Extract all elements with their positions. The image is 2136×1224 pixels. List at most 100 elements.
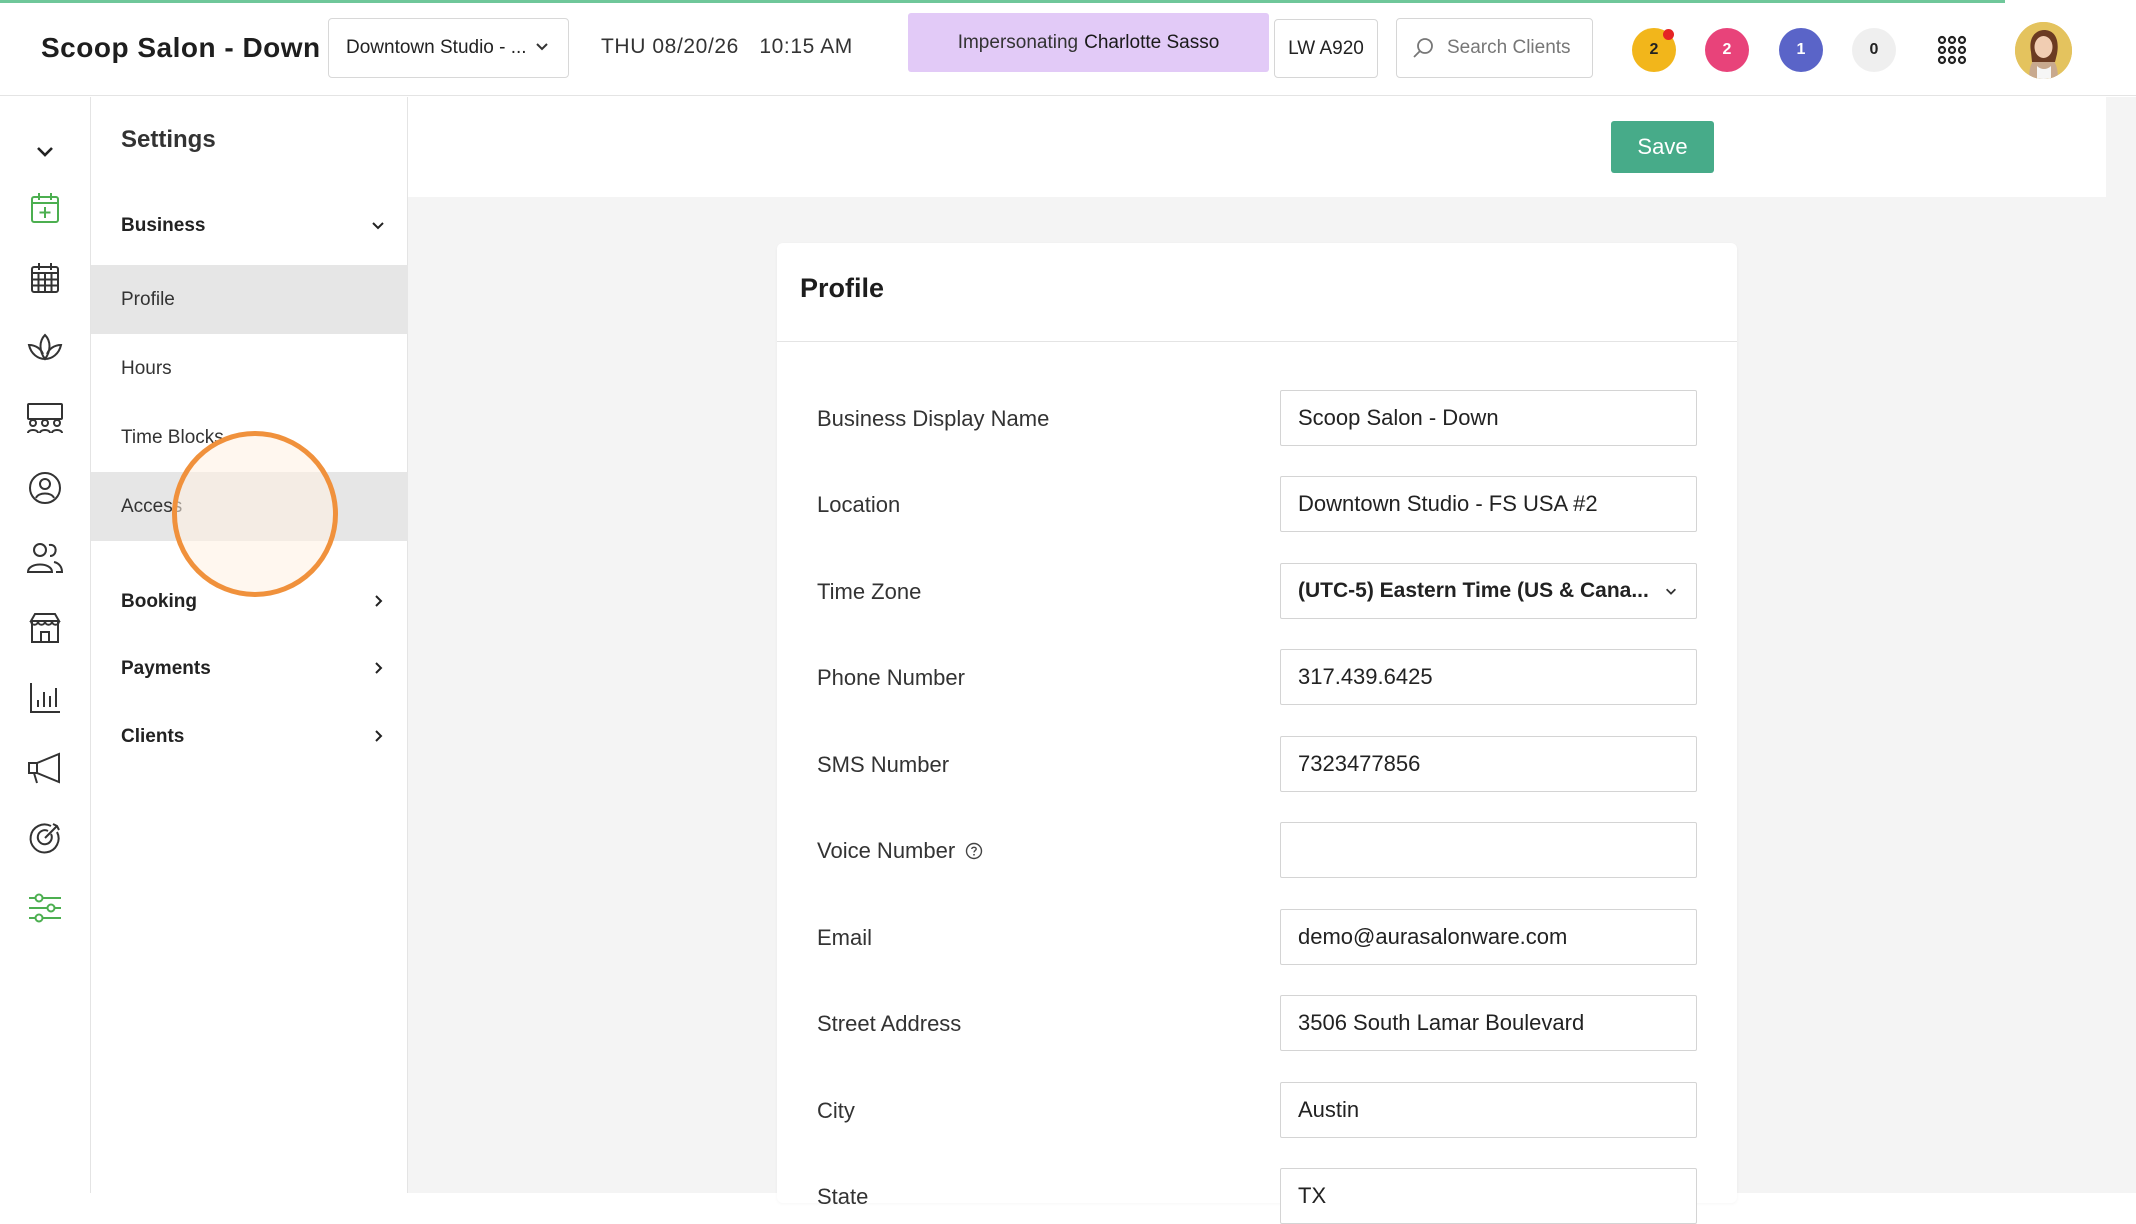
- rail-services[interactable]: [23, 326, 67, 370]
- nav-group-payments[interactable]: Payments: [121, 658, 386, 680]
- staff-group-icon: [27, 403, 63, 434]
- phone-number-input[interactable]: [1280, 649, 1697, 705]
- nav-group-label: Payments: [121, 658, 211, 679]
- help-icon[interactable]: [965, 842, 983, 860]
- search-clients-input[interactable]: Search Clients: [1396, 18, 1593, 78]
- users-icon: [26, 543, 64, 573]
- field-street-address: Street Address: [777, 995, 1737, 1051]
- nav-item-label: Profile: [121, 288, 175, 310]
- save-button[interactable]: Save: [1611, 121, 1714, 173]
- field-state: State: [777, 1168, 1737, 1224]
- settings-nav: Settings Business Profile Hours Time Blo…: [91, 97, 408, 1193]
- current-date: THU 08/20/26: [601, 35, 739, 58]
- city-input[interactable]: [1280, 1082, 1697, 1138]
- rail-calendar[interactable]: [23, 256, 67, 300]
- counter-value: 2: [1722, 41, 1732, 58]
- search-icon: [1413, 38, 1433, 58]
- rail-profile[interactable]: [23, 466, 67, 510]
- notification-counter-yellow[interactable]: 2: [1632, 28, 1676, 72]
- rail-store[interactable]: [23, 606, 67, 650]
- icon-rail: [0, 97, 91, 1193]
- voice-number-label: Voice Number: [817, 838, 956, 863]
- nav-item-label: Hours: [121, 357, 172, 379]
- field-location: Location: [777, 476, 1737, 532]
- counter-value: 0: [1869, 41, 1879, 58]
- field-label: Time Zone: [817, 579, 922, 604]
- chevron-right-icon: [375, 662, 383, 674]
- counter-value: 2: [1649, 41, 1659, 58]
- time-zone-select[interactable]: (UTC-5) Eastern Time (US & Cana...: [1280, 563, 1697, 619]
- sms-number-input[interactable]: [1280, 736, 1697, 792]
- field-label: Street Address: [817, 1011, 962, 1036]
- megaphone-icon: [28, 752, 60, 784]
- field-time-zone: Time Zone (UTC-5) Eastern Time (US & Can…: [777, 563, 1737, 619]
- current-time: 10:15 AM: [759, 35, 853, 58]
- nav-item-profile[interactable]: Profile: [91, 265, 408, 334]
- divider: [777, 341, 1737, 342]
- field-city: City: [777, 1082, 1737, 1138]
- card-title: Profile: [800, 273, 885, 303]
- rail-goals[interactable]: [23, 816, 67, 860]
- nav-item-access[interactable]: Access: [91, 472, 408, 541]
- collapse-toggle[interactable]: [23, 129, 67, 173]
- apps-grid-icon[interactable]: [1937, 35, 1967, 65]
- field-label: SMS Number: [817, 752, 950, 777]
- notification-counter-blue[interactable]: 1: [1779, 28, 1823, 72]
- nav-group-business[interactable]: Business: [121, 215, 386, 237]
- field-label: Location: [817, 492, 901, 517]
- store-icon: [29, 613, 61, 643]
- nav-item-label: Access: [121, 495, 183, 517]
- impersonation-banner[interactable]: Impersonating Charlotte Sasso: [908, 13, 1269, 72]
- field-label: Voice Number: [817, 838, 983, 864]
- state-input[interactable]: [1280, 1168, 1697, 1224]
- field-phone-number: Phone Number: [777, 649, 1737, 705]
- nav-group-label: Booking: [121, 591, 197, 612]
- chevron-down-icon: [536, 43, 548, 51]
- nav-item-hours[interactable]: Hours: [91, 334, 408, 403]
- chevron-down-icon: [1666, 588, 1676, 595]
- field-label: Phone Number: [817, 665, 965, 690]
- nav-group-clients[interactable]: Clients: [121, 726, 386, 748]
- nav-group-booking[interactable]: Booking: [121, 591, 386, 613]
- target-icon: [29, 823, 60, 854]
- voice-number-input[interactable]: [1280, 822, 1697, 878]
- profile-card: Profile Business Display Name Location T…: [777, 243, 1737, 1224]
- current-datetime: THU 08/20/26 10:15 AM: [601, 35, 867, 59]
- user-circle-icon: [29, 472, 61, 504]
- calendar-add-icon: [31, 193, 59, 223]
- unread-dot: [1663, 29, 1674, 40]
- email-input[interactable]: [1280, 909, 1697, 965]
- field-sms-number: SMS Number: [777, 736, 1737, 792]
- rail-staff[interactable]: [23, 396, 67, 440]
- rail-marketing[interactable]: [23, 746, 67, 790]
- field-business-display-name: Business Display Name: [777, 390, 1737, 446]
- nav-item-time-blocks[interactable]: Time Blocks: [91, 403, 408, 472]
- chevron-right-icon: [375, 595, 383, 607]
- nav-group-label: Clients: [121, 726, 185, 747]
- notification-counter-pink[interactable]: 2: [1705, 28, 1749, 72]
- rail-new-appointment[interactable]: [23, 186, 67, 230]
- lotus-icon: [27, 333, 63, 361]
- time-zone-value: (UTC-5) Eastern Time (US & Cana...: [1298, 579, 1649, 602]
- location-input[interactable]: [1280, 476, 1697, 532]
- impersonating-name: Charlotte Sasso: [1084, 31, 1220, 53]
- rail-reports[interactable]: [23, 676, 67, 720]
- sliders-icon: [29, 893, 61, 923]
- search-placeholder: Search Clients: [1447, 37, 1571, 58]
- notification-counter-grey[interactable]: 0: [1852, 28, 1896, 72]
- street-address-input[interactable]: [1280, 995, 1697, 1051]
- field-label: Email: [817, 925, 873, 950]
- rail-clients[interactable]: [23, 536, 67, 580]
- field-label: City: [817, 1098, 855, 1123]
- nav-item-label: Time Blocks: [121, 426, 224, 448]
- field-label: Business Display Name: [817, 406, 1050, 431]
- terminal-badge[interactable]: LW A920: [1274, 19, 1378, 78]
- chevron-right-icon: [375, 730, 383, 742]
- user-avatar[interactable]: [2015, 22, 2072, 79]
- location-select[interactable]: Downtown Studio - ...: [328, 18, 569, 78]
- location-select-value: Downtown Studio - ...: [346, 37, 527, 58]
- counter-value: 1: [1796, 41, 1806, 58]
- business-name-input[interactable]: [1280, 390, 1697, 446]
- rail-settings[interactable]: [23, 886, 67, 930]
- chevron-down-icon: [372, 222, 384, 230]
